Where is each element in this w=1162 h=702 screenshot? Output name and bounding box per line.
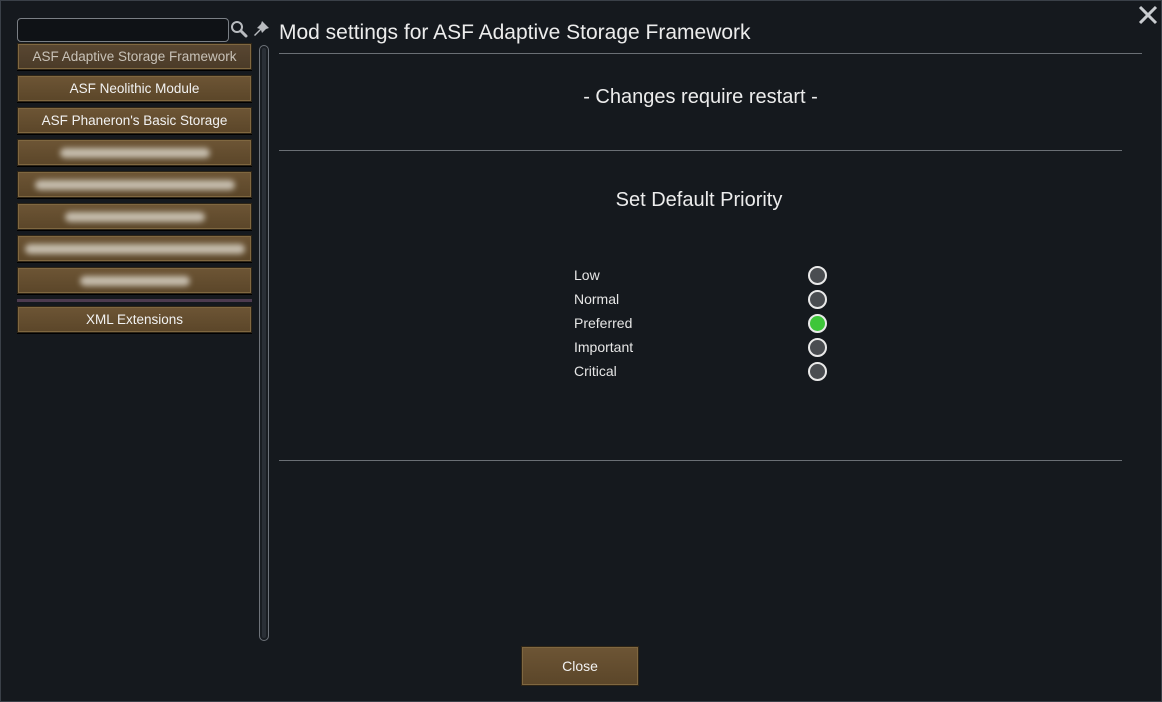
redacted-label (79, 275, 190, 286)
mod-item-redacted[interactable] (17, 267, 252, 294)
priority-label: Normal (574, 291, 620, 307)
priority-option-normal[interactable]: Normal (574, 287, 830, 311)
mod-item-redacted[interactable] (17, 203, 252, 230)
mod-item-redacted[interactable] (17, 139, 252, 166)
priority-option-preferred[interactable]: Preferred (574, 311, 830, 335)
close-button[interactable]: Close (521, 646, 639, 686)
redacted-label (24, 243, 245, 254)
priority-label: Preferred (574, 315, 633, 331)
radio-button[interactable] (808, 361, 827, 381)
priority-radio-group: Low Normal Preferred Important Critical (574, 263, 830, 383)
sidebar-scrollbar[interactable] (259, 45, 269, 641)
priority-option-critical[interactable]: Critical (574, 359, 830, 383)
radio-button[interactable] (808, 265, 827, 285)
redacted-label (59, 147, 210, 158)
radio-button[interactable] (808, 289, 827, 309)
mod-item-redacted[interactable] (17, 171, 252, 198)
redacted-label (64, 211, 205, 222)
divider (279, 53, 1142, 54)
divider (279, 460, 1122, 461)
mod-item-redacted[interactable] (17, 235, 252, 262)
search-icon[interactable] (230, 20, 248, 38)
redacted-label (34, 179, 235, 190)
close-icon[interactable] (1137, 4, 1159, 26)
pin-icon[interactable] (252, 20, 270, 38)
mod-settings-window: ASF Adaptive Storage Framework ASF Neoli… (0, 0, 1162, 702)
mod-item-asf-adaptive-storage[interactable]: ASF Adaptive Storage Framework (17, 43, 252, 70)
page-title: Mod settings for ASF Adaptive Storage Fr… (279, 21, 751, 44)
priority-label: Critical (574, 363, 617, 379)
priority-label: Low (574, 267, 600, 283)
mod-list: ASF Adaptive Storage Framework ASF Neoli… (17, 43, 253, 338)
priority-label: Important (574, 339, 634, 355)
radio-button-selected[interactable] (808, 313, 827, 333)
mod-item-xml-extensions[interactable]: XML Extensions (17, 306, 252, 333)
radio-button[interactable] (808, 337, 827, 357)
priority-option-important[interactable]: Important (574, 335, 830, 359)
search-box (17, 18, 229, 42)
restart-notice: - Changes require restart - (583, 86, 818, 108)
priority-option-low[interactable]: Low (574, 263, 830, 287)
section-title: Set Default Priority (615, 189, 783, 211)
mod-item-asf-phaneron-basic[interactable]: ASF Phaneron's Basic Storage (17, 107, 252, 134)
mod-item-asf-neolithic[interactable]: ASF Neolithic Module (17, 75, 252, 102)
divider (279, 150, 1122, 151)
scrollbar-thumb[interactable] (262, 48, 266, 638)
search-input[interactable] (18, 19, 228, 41)
list-separator (17, 299, 252, 302)
